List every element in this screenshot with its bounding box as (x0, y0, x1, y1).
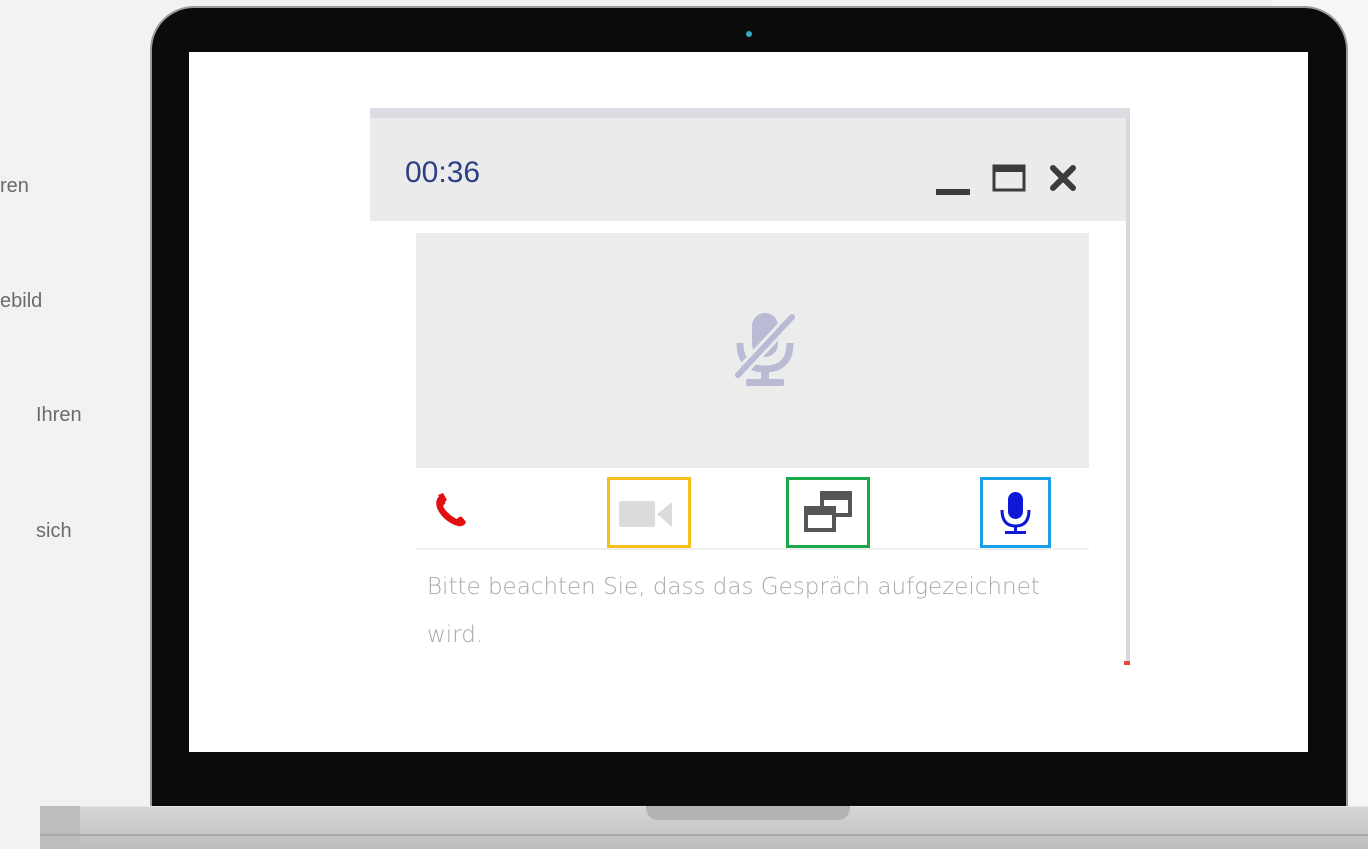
maximize-button[interactable] (992, 160, 1026, 194)
video-area (416, 233, 1089, 468)
background-text-line-4: sich (36, 520, 72, 542)
close-button[interactable] (1046, 160, 1080, 194)
laptop-notch (646, 806, 850, 820)
phone-icon (436, 493, 466, 527)
camera-toggle-button[interactable] (607, 477, 691, 548)
microphone-button[interactable] (980, 477, 1051, 548)
background-text-line-2: ebild (0, 290, 43, 312)
widget-top-border (370, 108, 1130, 118)
recording-notice: Bitte beachten Sie, dass das Gespräch au… (427, 574, 1040, 648)
laptop-base-line (40, 834, 1368, 836)
widget-scrollbar[interactable] (1126, 118, 1130, 665)
maximize-icon (992, 164, 1026, 192)
webcam-dot (746, 31, 752, 37)
close-icon (1050, 165, 1076, 191)
laptop-base-edge (40, 806, 80, 848)
widget-edge-mark (1124, 661, 1130, 665)
controls-divider (416, 548, 1089, 550)
call-controls (416, 470, 1089, 550)
call-widget: 00:36 Bitte beachten Sie, dass das Gespr… (370, 108, 1130, 665)
video-camera-icon (619, 501, 672, 527)
microphone-muted-icon (733, 312, 797, 386)
call-header: 00:36 (370, 118, 1126, 221)
background-text-line-3: Ihren (36, 404, 82, 426)
background-text-line-1: ren (0, 175, 29, 197)
call-timer: 00:36 (405, 156, 481, 189)
popout-window-button[interactable] (786, 477, 870, 548)
hangup-button[interactable] (426, 484, 476, 534)
microphone-icon (1000, 492, 1031, 534)
minimize-button[interactable] (936, 175, 970, 195)
window-restore-icon (804, 491, 852, 532)
